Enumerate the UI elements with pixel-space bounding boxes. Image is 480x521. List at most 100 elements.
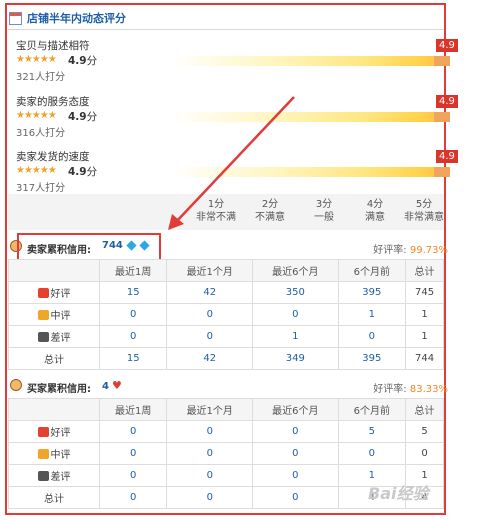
buyer-credit: 买家累积信用: 4 ♥ 好评率: 83.33% [8,376,448,396]
column-header: 最近1周 [98,259,168,282]
rating-bar [171,112,449,122]
watermark: Bai经验 [368,484,429,503]
column-header: 总计 [405,259,444,282]
table-header-row: 最近1周 最近1个月 最近6个月 6个月前 总计 [8,398,444,421]
heart-icon: ♥ [111,379,122,392]
rating-row-service: 卖家的服务态度 ★★★★★ 4.9分 316人打分 4.9 [16,94,458,150]
rating-label: 卖家发货的速度 [16,151,90,163]
rating-count: 316人打分 [16,128,66,139]
rating-label: 宝贝与描述相符 [16,40,90,52]
row-label-total: 总计 [8,486,100,509]
table-cell-link[interactable]: 395 [337,347,407,370]
table-cell-link[interactable]: 0 [98,420,168,443]
table-cell-link[interactable]: 5 [337,420,407,443]
table-cell-link[interactable]: 0 [252,464,339,487]
table-corner [8,259,100,282]
table-row: 好评 0 0 0 5 5 [8,420,444,443]
star-rating-icon: ★★★★★ [16,110,57,121]
highlight-box [17,233,161,261]
row-label-total: 总计 [8,347,100,370]
good-review-icon [37,427,49,437]
table-cell: 1 [405,303,444,326]
table-cell: 1 [405,325,444,348]
table-cell-link[interactable]: 0 [98,325,168,348]
scale-item-1: 1分 非常不满 [196,199,236,223]
table-cell: 0 [405,442,444,465]
table-cell-link[interactable]: 0 [98,303,168,326]
buyer-credit-value[interactable]: 4 ♥ [102,379,122,392]
column-header: 最近1个月 [166,398,254,421]
table-cell-link[interactable]: 15 [98,347,168,370]
table-cell-link[interactable]: 0 [98,486,168,509]
row-label-neutral: 中评 [8,442,100,465]
column-header: 最近6个月 [252,398,339,421]
table-cell-link[interactable]: 0 [337,325,407,348]
table-cell-link[interactable]: 0 [166,486,254,509]
scale-item-2: 2分 不满意 [255,199,285,223]
column-header: 最近1个月 [166,259,254,282]
section-title: 店铺半年内动态评分 [27,12,126,25]
header-divider [8,29,444,30]
column-header: 6个月前 [337,398,407,421]
rating-flag: 4.9 [436,39,458,52]
table-cell-link[interactable]: 0 [166,325,254,348]
table-cell-link[interactable]: 0 [166,464,254,487]
table-cell-link[interactable]: 1 [252,325,339,348]
good-review-icon [37,288,49,298]
column-header: 最近6个月 [252,259,339,282]
table-cell-link[interactable]: 0 [98,442,168,465]
table-cell-link[interactable]: 0 [252,303,339,326]
table-cell-link[interactable]: 0 [166,420,254,443]
rating-count: 321人打分 [16,72,66,83]
row-label-good: 好评 [8,281,100,304]
table-cell-link[interactable]: 0 [166,303,254,326]
table-cell-link[interactable]: 42 [166,347,254,370]
table-cell-link[interactable]: 395 [337,281,407,304]
column-header: 6个月前 [337,259,407,282]
star-rating-icon: ★★★★★ [16,165,57,176]
table-cell-link[interactable]: 1 [337,303,407,326]
table-cell-link[interactable]: 15 [98,281,168,304]
table-row: 差评 0 0 1 0 1 [8,325,444,348]
calendar-icon [9,11,22,25]
row-label-bad: 差评 [8,325,100,348]
table-cell-link[interactable]: 0 [252,486,339,509]
rating-bar [171,167,449,177]
table-cell-link[interactable]: 350 [252,281,339,304]
row-label-bad: 差评 [8,464,100,487]
bad-review-icon [37,332,49,342]
table-row: 中评 0 0 0 1 1 [8,303,444,326]
table-row: 中评 0 0 0 0 0 [8,442,444,465]
table-cell: 744 [405,347,444,370]
table-cell-link[interactable]: 0 [166,442,254,465]
rating-count: 317人打分 [16,183,66,194]
table-cell-link[interactable]: 349 [252,347,339,370]
table-row-total: 总计 15 42 349 395 744 [8,347,444,370]
seller-rate: 好评率: 99.73% [373,245,448,256]
seller-stats-table: 最近1周 最近1个月 最近6个月 6个月前 总计 好评 15 42 350 39… [8,259,444,370]
rating-score: 4.9分 [68,111,98,123]
star-rating-icon: ★★★★★ [16,54,57,65]
score-scale: 1分 非常不满 2分 不满意 3分 一般 4分 满意 5分 非常满意 [8,194,444,230]
bad-review-icon [37,471,49,481]
table-cell-link[interactable]: 0 [252,442,339,465]
buyer-rate: 好评率: 83.33% [373,384,448,395]
rating-score: 4.9分 [68,55,98,67]
table-cell-link[interactable]: 0 [337,442,407,465]
rating-bar-marker [434,56,450,66]
rating-bar-marker [434,167,450,177]
table-cell: 745 [405,281,444,304]
rating-label: 卖家的服务态度 [16,96,90,108]
column-header: 最近1周 [98,398,168,421]
row-label-good: 好评 [8,420,100,443]
neutral-review-icon [37,449,49,459]
row-label-neutral: 中评 [8,303,100,326]
table-row: 好评 15 42 350 395 745 [8,281,444,304]
table-header-row: 最近1周 最近1个月 最近6个月 6个月前 总计 [8,259,444,282]
section-header: 店铺半年内动态评分 [9,9,126,27]
rating-bar [171,56,449,66]
table-cell-link[interactable]: 0 [252,420,339,443]
table-cell-link[interactable]: 42 [166,281,254,304]
rating-bar-marker [434,112,450,122]
table-cell-link[interactable]: 0 [98,464,168,487]
